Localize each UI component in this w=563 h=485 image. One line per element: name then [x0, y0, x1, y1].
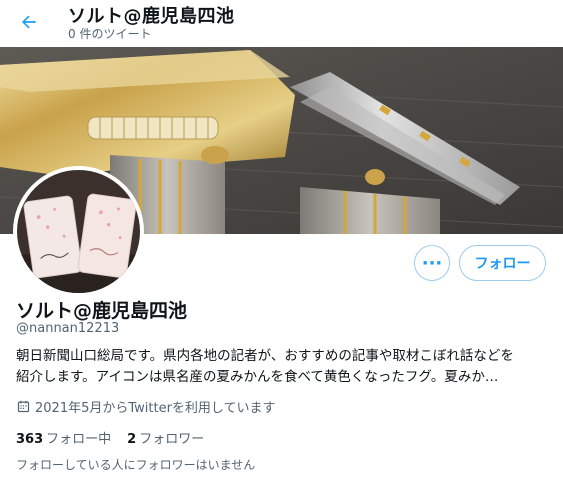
following-count: 363 — [16, 432, 44, 447]
followers-count: 2 — [127, 432, 137, 447]
following-link[interactable]: 363 フォロー中 — [16, 428, 111, 447]
profile-handle: @nannan12213 — [16, 321, 120, 336]
followers-link[interactable]: 2 フォロワー — [127, 428, 204, 447]
follow-button[interactable]: フォロー — [459, 245, 546, 281]
arrow-left-icon — [21, 15, 36, 29]
more-horizontal-icon: ··· — [421, 252, 443, 274]
join-date-text: 2021年5月からTwitterを利用しています — [35, 401, 276, 416]
calendar-icon — [17, 400, 30, 413]
top-bar: ソルト@鹿児島四池 0 件のツイート — [0, 0, 563, 47]
tweet-count: 0 件のツイート — [68, 27, 152, 41]
bio-line: 朝日新聞山口総局です。県内各地の記者が、おすすめの記事や取材こぼれ話などを — [16, 348, 514, 364]
join-date: 2021年5月からTwitterを利用しています — [16, 397, 276, 416]
following-label: フォロー中 — [46, 432, 112, 447]
followers-label: フォロワー — [139, 432, 205, 447]
avatar[interactable] — [13, 166, 144, 297]
follow-stats: 363 フォロー中 2 フォロワー — [16, 428, 220, 447]
profile-name: ソルト@鹿児島四池 — [16, 300, 188, 322]
profile-bio: 朝日新聞山口総局です。県内各地の記者が、おすすめの記事や取材こぼれ話などを 紹介… — [16, 346, 551, 388]
followed-by-note: フォローしている人にフォロワーはいません — [16, 458, 256, 472]
follow-button-label: フォロー — [474, 256, 531, 272]
bio-line: 紹介します。アイコンは県名産の夏みかんを食べて黄色くなったフグ。夏みか… — [16, 369, 499, 385]
more-options-button[interactable]: ··· — [414, 245, 450, 281]
back-button[interactable] — [13, 6, 45, 38]
profile-page: ソルト@鹿児島四池 0 件のツイート ··· フォロー ソルト@鹿児島四池 @n… — [0, 0, 563, 485]
